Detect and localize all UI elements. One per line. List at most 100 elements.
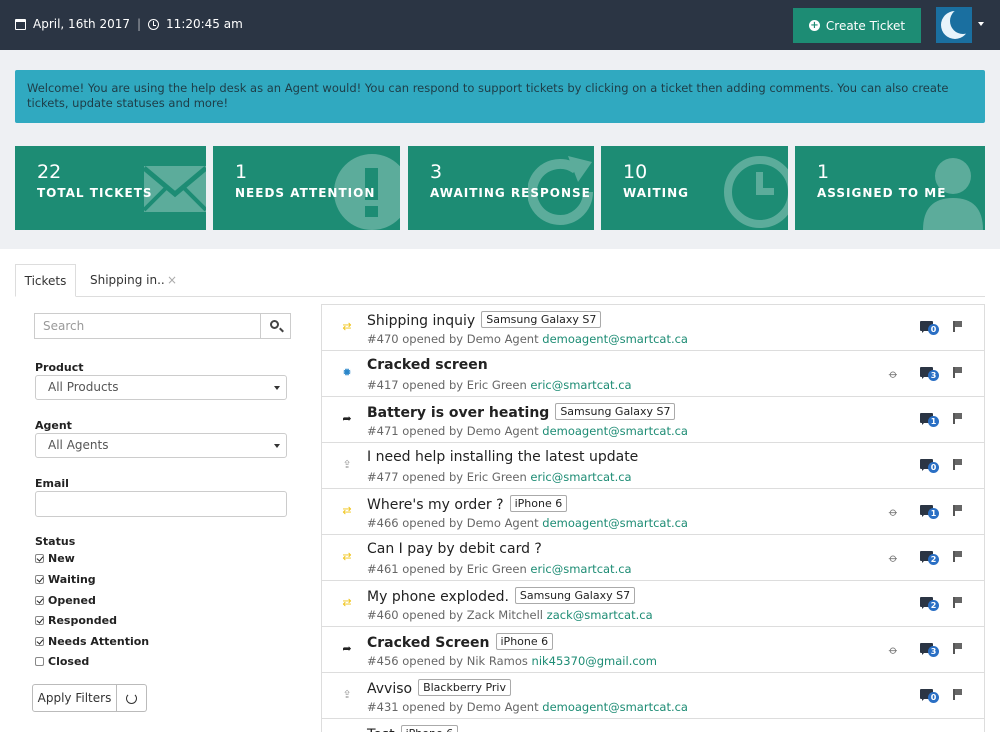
product-tag: iPhone 6: [401, 725, 459, 732]
checkbox-unchecked[interactable]: [35, 657, 44, 666]
ticket-title-text: Avviso: [367, 681, 412, 697]
ticket-email[interactable]: eric@smartcat.ca: [530, 470, 631, 484]
ticket-row[interactable]: ⇪AvvisoBlackberry Priv#431 opened by Dem…: [322, 673, 984, 719]
ticket-title[interactable]: My phone exploded. Samsung Galaxy S7: [367, 587, 635, 605]
checkbox-label: Waiting: [48, 573, 96, 586]
stat-assigned-to-me[interactable]: 1 ASSIGNED TO ME: [795, 146, 985, 230]
tab-shipping-inquiry[interactable]: Shipping in.. ×: [90, 264, 190, 297]
flag-icon[interactable]: [953, 551, 962, 562]
flag-icon[interactable]: [953, 643, 962, 654]
checkbox-label: Responded: [48, 614, 117, 627]
ticket-title-text: Test: [367, 727, 395, 732]
ticket-row[interactable]: ✹Cracked screen#417 opened by Eric Green…: [322, 351, 984, 397]
comment-count-badge: 2: [928, 554, 939, 565]
ticket-email[interactable]: demoagent@smartcat.ca: [542, 516, 688, 530]
comment-count-badge: 3: [928, 646, 939, 657]
ticket-row[interactable]: ⇄Can I pay by debit card ?#461 opened by…: [322, 535, 984, 581]
ticket-email[interactable]: zack@smartcat.ca: [547, 608, 653, 622]
stat-count: 22: [37, 161, 61, 183]
ticket-meta: #461 opened by Eric Green eric@smartcat.…: [367, 562, 632, 576]
stat-count: 3: [430, 161, 442, 183]
checkbox-checked[interactable]: [35, 575, 44, 584]
waiting-arrows-icon: ⇄: [340, 320, 354, 334]
avatar-caret-icon[interactable]: [978, 22, 984, 26]
ticket-email[interactable]: nik45370@gmail.com: [532, 654, 657, 668]
ticket-title[interactable]: I need help installing the latest update: [367, 449, 638, 465]
clock-icon: [148, 19, 159, 30]
status-responded-checkbox[interactable]: Responded: [35, 614, 117, 627]
checkbox-checked[interactable]: [35, 554, 44, 563]
status-closed-checkbox[interactable]: Closed: [35, 655, 89, 668]
user-avatar[interactable]: [936, 7, 972, 43]
ticket-email[interactable]: eric@smartcat.ca: [530, 378, 631, 392]
status-needs-attention-checkbox[interactable]: Needs Attention: [35, 635, 149, 648]
reset-filters-button[interactable]: [117, 684, 147, 712]
checkbox-checked[interactable]: [35, 596, 44, 605]
flag-icon[interactable]: [953, 505, 962, 516]
checkbox-checked[interactable]: [35, 637, 44, 646]
ticket-title[interactable]: Where's my order ?iPhone 6: [367, 495, 567, 513]
ticket-title[interactable]: Test iPhone 6: [367, 725, 458, 732]
ticket-row[interactable]: ⇪I need help installing the latest updat…: [322, 443, 984, 489]
product-tag: Samsung Galaxy S7: [481, 311, 601, 328]
search-button[interactable]: [260, 313, 291, 339]
ticket-opened-by: opened by Demo Agent: [402, 424, 538, 438]
search-input[interactable]: [34, 313, 261, 339]
product-select[interactable]: All Products: [35, 375, 287, 400]
tab-tickets[interactable]: Tickets: [15, 264, 76, 297]
checkbox-label: New: [48, 552, 75, 565]
stat-waiting[interactable]: 10 WAITING: [601, 146, 788, 230]
ticket-row[interactable]: ⇄My phone exploded.Samsung Galaxy S7#460…: [322, 581, 984, 627]
status-waiting-checkbox[interactable]: Waiting: [35, 573, 96, 586]
stat-needs-attention[interactable]: 1 NEEDS ATTENTION: [213, 146, 400, 230]
flag-icon[interactable]: [953, 689, 962, 700]
stat-total-tickets[interactable]: 22 TOTAL TICKETS: [15, 146, 206, 230]
apply-filters-button[interactable]: Apply Filters: [32, 684, 117, 712]
comment-count-badge: 0: [928, 324, 939, 335]
ticket-title[interactable]: Cracked screen: [367, 357, 488, 373]
ticket-row[interactable]: ➦ Cracked ScreeniPhone 6 #456 opened by Ni…: [322, 627, 984, 673]
new-star-icon: ✹: [340, 366, 354, 380]
ticket-title-text: My phone exploded.: [367, 589, 509, 605]
flag-icon[interactable]: [953, 459, 962, 470]
ticket-row[interactable]: ⇄Where's my order ?iPhone 6#466 opened b…: [322, 489, 984, 535]
ticket-meta: #456 opened by Nik Ramos nik45370@gmail.…: [367, 654, 657, 668]
flag-icon[interactable]: [953, 597, 962, 608]
flag-icon[interactable]: [953, 321, 962, 332]
ticket-row[interactable]: Test iPhone 6: [322, 719, 984, 732]
ticket-email[interactable]: demoagent@smartcat.ca: [542, 332, 688, 346]
status-new-checkbox[interactable]: New: [35, 552, 75, 565]
product-tag: Samsung Galaxy S7: [515, 587, 635, 604]
ticket-title-text: I need help installing the latest update: [367, 449, 638, 465]
flag-icon[interactable]: [953, 413, 962, 424]
ticket-title[interactable]: Battery is over heatingSamsung Galaxy S7: [367, 403, 675, 421]
agent-select[interactable]: All Agents: [35, 433, 287, 458]
comment-count-badge: 2: [928, 600, 939, 611]
ticket-title[interactable]: AvvisoBlackberry Priv: [367, 679, 511, 697]
comment-count-badge: 1: [928, 508, 939, 519]
clock-icon: [722, 154, 788, 230]
ticket-title[interactable]: Cracked ScreeniPhone 6: [367, 633, 553, 651]
ticket-email[interactable]: demoagent@smartcat.ca: [542, 424, 688, 438]
create-ticket-button[interactable]: + Create Ticket: [793, 8, 921, 43]
ticket-title[interactable]: Can I pay by debit card ?: [367, 541, 542, 557]
ticket-title[interactable]: Shipping inquiySamsung Galaxy S7: [367, 311, 601, 329]
status-opened-checkbox[interactable]: Opened: [35, 594, 96, 607]
agent-label: Agent: [35, 419, 72, 432]
ticket-email[interactable]: demoagent@smartcat.ca: [542, 700, 688, 714]
stat-awaiting-response[interactable]: 3 AWAITING RESPONSE: [408, 146, 594, 230]
current-date: April, 16th 2017: [33, 17, 130, 31]
ticket-email[interactable]: eric@smartcat.ca: [530, 562, 631, 576]
ticket-id: #431: [367, 700, 399, 714]
checkbox-checked[interactable]: [35, 616, 44, 625]
ticket-row[interactable]: ➦Battery is over heatingSamsung Galaxy S…: [322, 397, 984, 443]
email-field[interactable]: [35, 491, 287, 517]
flag-icon[interactable]: [953, 367, 962, 378]
reply-arrow-icon: ➦: [340, 642, 354, 656]
tab-label: Shipping in..: [90, 273, 165, 287]
ticket-row[interactable]: ⇄Shipping inquiySamsung Galaxy S7#470 op…: [322, 305, 984, 351]
paperclip-icon: ⌀: [886, 550, 901, 565]
ticket-id: #471: [367, 424, 399, 438]
ticket-id: #477: [367, 470, 399, 484]
close-tab-icon[interactable]: ×: [167, 264, 177, 296]
